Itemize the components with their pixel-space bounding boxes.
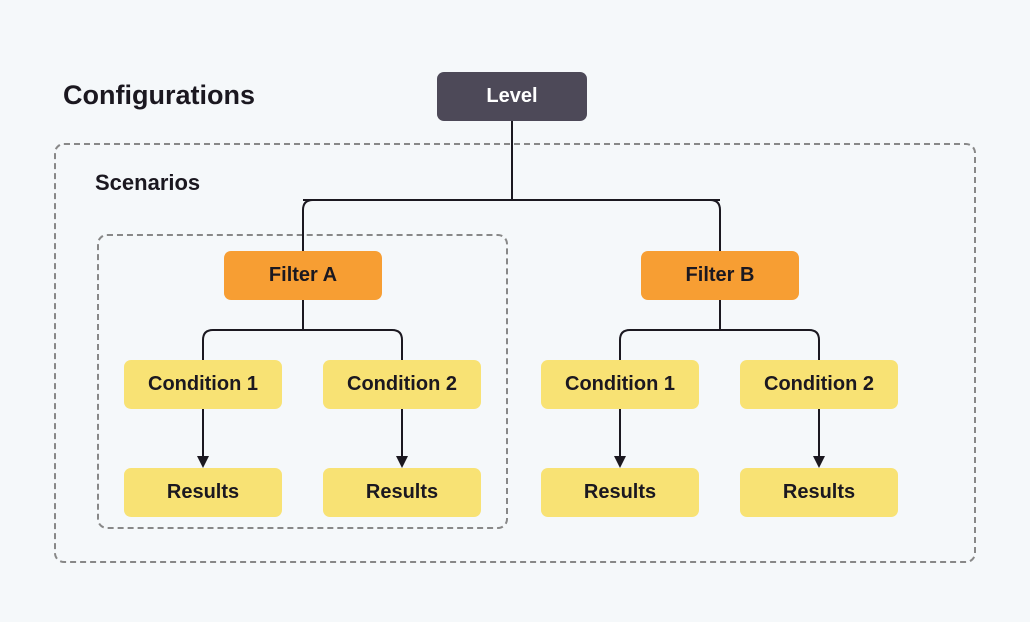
node-filter-b: Filter B bbox=[641, 251, 799, 300]
node-results-b1: Results bbox=[541, 468, 699, 517]
scenarios-heading: Scenarios bbox=[95, 170, 200, 196]
configurations-heading: Configurations bbox=[63, 80, 255, 111]
node-level: Level bbox=[437, 72, 587, 121]
node-condition-b1: Condition 1 bbox=[541, 360, 699, 409]
node-condition-b2: Condition 2 bbox=[740, 360, 898, 409]
node-condition-a1: Condition 1 bbox=[124, 360, 282, 409]
node-results-a1: Results bbox=[124, 468, 282, 517]
node-results-a2: Results bbox=[323, 468, 481, 517]
node-filter-a: Filter A bbox=[224, 251, 382, 300]
diagram-canvas: Configurations Scenarios Level Filter A … bbox=[0, 0, 1030, 622]
node-condition-a2: Condition 2 bbox=[323, 360, 481, 409]
node-results-b2: Results bbox=[740, 468, 898, 517]
